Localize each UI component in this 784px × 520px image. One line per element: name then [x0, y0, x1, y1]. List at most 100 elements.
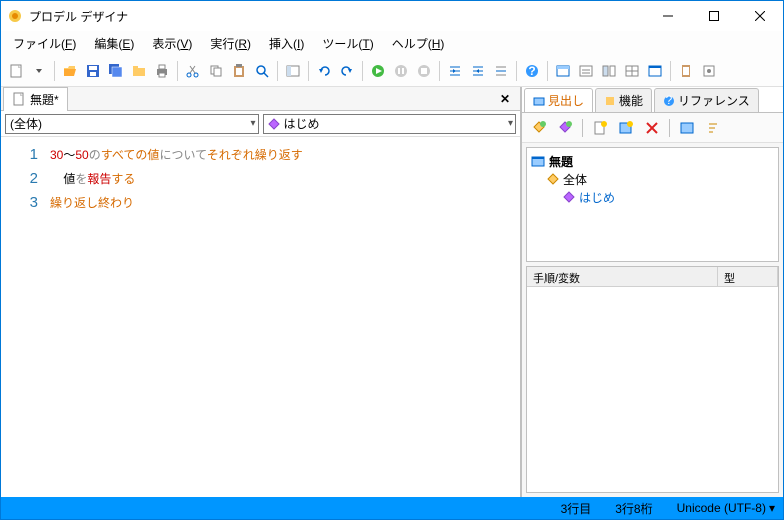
refresh-button[interactable] [676, 117, 698, 139]
layout-button[interactable] [598, 60, 620, 82]
outline-icon [533, 95, 545, 107]
project-icon [531, 154, 545, 168]
scope-combo[interactable]: (全体) ▾ [5, 114, 259, 134]
toolbar-sep [516, 61, 517, 81]
indent-in-button[interactable] [444, 60, 466, 82]
add-method-button[interactable] [554, 117, 576, 139]
toolbar-sep [582, 119, 583, 137]
chevron-down-icon: ▾ [769, 501, 775, 515]
toolbar: ? [1, 55, 783, 87]
tab-function[interactable]: 機能 [595, 88, 652, 112]
line-number: 1 [1, 143, 38, 167]
delete-button[interactable] [641, 117, 663, 139]
run-button[interactable] [367, 60, 389, 82]
menu-view[interactable]: 表示(V) [144, 32, 200, 55]
property-col-type[interactable]: 型 [718, 267, 778, 286]
right-panel-tabs: 見出し 機能 ? リファレンス [522, 87, 783, 113]
tab-close-button[interactable]: ✕ [496, 92, 514, 106]
clipboard-button[interactable] [675, 60, 697, 82]
method-icon [268, 118, 280, 130]
outline-tree[interactable]: 無題 全体 はじめ [526, 147, 779, 262]
tab-reference[interactable]: ? リファレンス [654, 88, 759, 112]
menu-edit[interactable]: 編集(E) [86, 32, 142, 55]
settings-button[interactable] [698, 60, 720, 82]
minimize-button[interactable] [645, 1, 691, 31]
tree-root-label: 無題 [549, 153, 573, 170]
new-dropdown-button[interactable] [28, 60, 50, 82]
indent-out-button[interactable] [467, 60, 489, 82]
tab-outline[interactable]: 見出し [524, 88, 593, 112]
property-header: 手順/変数 型 [527, 267, 778, 287]
code-editor[interactable]: 123 30～50のすべての値についてそれぞれ繰り返す 値を報告する繰り返し終わ… [1, 137, 520, 497]
document-tab[interactable]: 無題* [3, 87, 68, 111]
editor-column: 無題* ✕ (全体) ▾ はじめ ▾ 123 30～50のすべての値についてそれ… [1, 87, 521, 497]
svg-text:?: ? [528, 64, 535, 78]
toolbar-sep [547, 61, 548, 81]
title-bar: プロデル デザイナ [1, 1, 783, 31]
new-doc-button[interactable] [589, 117, 611, 139]
toolbar-sep [54, 61, 55, 81]
method-combo[interactable]: はじめ ▾ [263, 114, 517, 134]
line-number: 3 [1, 191, 38, 215]
tree-node-label: はじめ [579, 189, 615, 206]
code-line[interactable]: 30～50のすべての値についてそれぞれ繰り返す [50, 143, 516, 167]
save-button[interactable] [82, 60, 104, 82]
open-button[interactable] [59, 60, 81, 82]
reference-icon: ? [663, 95, 675, 107]
tree-root[interactable]: 無題 [531, 152, 774, 170]
doc-icon [12, 92, 26, 106]
toggle-panel-button[interactable] [282, 60, 304, 82]
status-line: 3行目 [561, 500, 592, 517]
code-line[interactable]: 繰り返し終わり [50, 191, 516, 215]
menu-help[interactable]: ヘルプ(H) [384, 32, 453, 55]
menu-tool[interactable]: ツール(T) [314, 32, 381, 55]
comment-button[interactable] [490, 60, 512, 82]
pause-button[interactable] [390, 60, 412, 82]
window-button[interactable] [644, 60, 666, 82]
menu-file[interactable]: ファイル(F) [5, 32, 84, 55]
status-encoding[interactable]: Unicode (UTF-8) ▾ [677, 501, 775, 515]
add-item-button[interactable] [528, 117, 550, 139]
code-line[interactable]: 値を報告する [50, 167, 516, 191]
paste-button[interactable] [228, 60, 250, 82]
new-file-button[interactable] [5, 60, 27, 82]
tree-node-method[interactable]: はじめ [531, 188, 774, 206]
status-col: 3行8桁 [615, 500, 652, 517]
document-tab-label: 無題* [30, 91, 59, 108]
cut-button[interactable] [182, 60, 204, 82]
menu-run[interactable]: 実行(R) [202, 32, 259, 55]
toolbar-sep [277, 61, 278, 81]
designer-button[interactable] [552, 60, 574, 82]
line-gutter: 123 [1, 137, 46, 497]
toolbar-sep [670, 61, 671, 81]
print-button[interactable] [151, 60, 173, 82]
stop-button[interactable] [413, 60, 435, 82]
table-button[interactable] [621, 60, 643, 82]
undo-button[interactable] [313, 60, 335, 82]
document-tab-row: 無題* ✕ [1, 87, 520, 111]
new-form-button[interactable] [615, 117, 637, 139]
property-table[interactable]: 手順/変数 型 [526, 266, 779, 493]
sort-button[interactable] [702, 117, 724, 139]
chevron-down-icon: ▾ [508, 118, 513, 129]
save-all-button[interactable] [105, 60, 127, 82]
find-button[interactable] [251, 60, 273, 82]
close-button[interactable] [737, 1, 783, 31]
code-content[interactable]: 30～50のすべての値についてそれぞれ繰り返す 値を報告する繰り返し終わり [46, 137, 520, 497]
tree-node-global[interactable]: 全体 [531, 170, 774, 188]
toolbar-sep [308, 61, 309, 81]
copy-button[interactable] [205, 60, 227, 82]
toolbar-sep [177, 61, 178, 81]
redo-button[interactable] [336, 60, 358, 82]
tree-node-label: 全体 [563, 171, 587, 188]
menu-insert[interactable]: 挿入(I) [261, 32, 312, 55]
svg-text:?: ? [666, 95, 673, 107]
help-button[interactable]: ? [521, 60, 543, 82]
chevron-down-icon: ▾ [250, 118, 255, 129]
maximize-button[interactable] [691, 1, 737, 31]
tab-function-label: 機能 [619, 92, 643, 109]
diamond-orange-icon [547, 173, 559, 185]
folder-button[interactable] [128, 60, 150, 82]
form-designer-button[interactable] [575, 60, 597, 82]
property-col-name[interactable]: 手順/変数 [527, 267, 718, 286]
